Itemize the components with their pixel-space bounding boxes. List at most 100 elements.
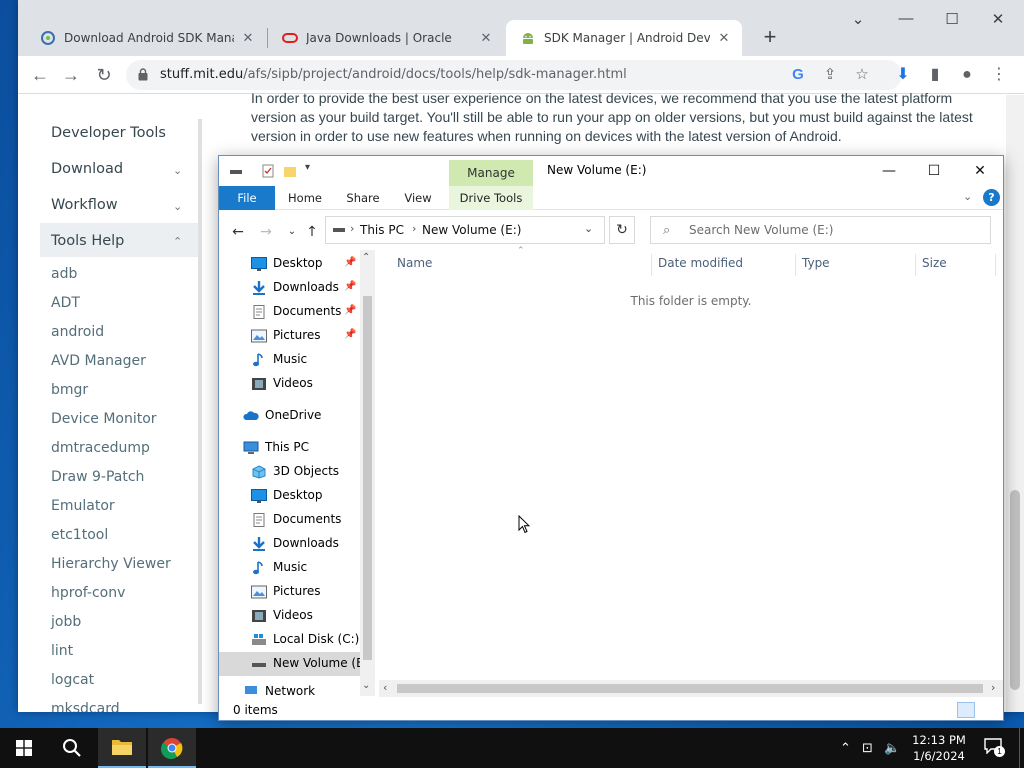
network-status-icon[interactable]: ⊡ (862, 740, 873, 756)
menu-icon[interactable]: ⋮ (988, 64, 1010, 86)
explorer-back-button[interactable]: ← (227, 222, 249, 242)
manage-context-tab[interactable]: Manage (449, 160, 533, 186)
sidenav-tools-help[interactable]: Tools Help (51, 233, 124, 249)
sidenav-item[interactable]: jobb (51, 614, 81, 630)
column-header-size[interactable]: Size (922, 256, 947, 270)
scroll-thumb[interactable] (363, 296, 372, 660)
close-icon[interactable]: ✕ (478, 31, 494, 46)
sidenav-scrollbar[interactable] (198, 119, 202, 704)
nav-item-local-disk-c[interactable]: Local Disk (C:) (219, 628, 361, 652)
reload-button[interactable]: ↻ (92, 64, 116, 86)
sidenav-item[interactable]: hprof-conv (51, 585, 125, 601)
sidenav-item[interactable]: Hierarchy Viewer (51, 556, 171, 572)
new-folder-icon[interactable] (283, 164, 297, 178)
nav-pane-scrollbar[interactable]: ⌃ ⌄ (360, 250, 375, 696)
expand-ribbon-icon[interactable]: ⌄ (963, 190, 972, 203)
tab-java-downloads[interactable]: Java Downloads | Oracle ✕ (268, 20, 504, 56)
close-icon[interactable]: ✕ (716, 31, 732, 46)
explorer-close-button[interactable]: ✕ (958, 160, 1002, 182)
download-icon[interactable]: ⬇ (892, 64, 914, 86)
sidenav-item[interactable]: logcat (51, 672, 94, 688)
side-panel-icon[interactable]: ▮ (924, 64, 946, 86)
nav-item-3d-objects[interactable]: 3D Objects (219, 460, 361, 484)
explorer-maximize-button[interactable]: ☐ (912, 160, 956, 182)
scroll-left-icon[interactable]: ‹ (383, 681, 387, 694)
column-header-date-modified[interactable]: Date modified (658, 256, 743, 270)
bookmark-star-icon[interactable]: ☆ (852, 65, 872, 85)
sidenav-workflow[interactable]: Workflow (51, 197, 118, 213)
nav-item-music[interactable]: Music (219, 348, 361, 372)
profile-icon[interactable]: ● (956, 64, 978, 86)
nav-item-videos-pc[interactable]: Videos (219, 604, 361, 628)
sidenav-item[interactable]: lint (51, 643, 73, 659)
large-icons-view-button[interactable] (979, 702, 997, 718)
sidenav-developer-tools[interactable]: Developer Tools (51, 125, 166, 141)
explorer-search-box[interactable]: ⌕ (650, 216, 991, 244)
ribbon-tab-view[interactable]: View (393, 186, 443, 210)
quick-access-dropdown-icon[interactable]: ▾ (305, 162, 319, 176)
google-lens-icon[interactable]: G (788, 65, 808, 85)
sidenav-item[interactable]: adb (51, 266, 77, 282)
back-button[interactable]: ← (28, 64, 52, 86)
nav-item-music-pc[interactable]: Music (219, 556, 361, 580)
sidenav-item[interactable]: Emulator (51, 498, 115, 514)
ribbon-tab-share[interactable]: Share (337, 186, 389, 210)
column-header-type[interactable]: Type (802, 256, 830, 270)
sidenav-download[interactable]: Download (51, 161, 123, 177)
taskbar-chrome[interactable] (148, 728, 196, 768)
tray-overflow-icon[interactable]: ⌃ (840, 740, 851, 756)
nav-item-onedrive[interactable]: OneDrive (219, 404, 361, 428)
refresh-button[interactable]: ↻ (609, 216, 635, 244)
scroll-right-icon[interactable]: › (991, 681, 995, 694)
start-button[interactable] (0, 728, 48, 768)
ribbon-tab-home[interactable]: Home (279, 186, 331, 210)
explorer-forward-button[interactable]: → (255, 222, 277, 242)
chevron-down-icon[interactable]: ⌄ (173, 200, 182, 213)
nav-item-pictures-pc[interactable]: Pictures (219, 580, 361, 604)
sidenav-item[interactable]: mksdcard (51, 701, 120, 712)
sidenav-item[interactable]: Draw 9-Patch (51, 469, 144, 485)
maximize-button[interactable]: ☐ (932, 10, 972, 28)
sidenav-item[interactable]: etc1tool (51, 527, 108, 543)
sidenav-item[interactable]: dmtracedump (51, 440, 150, 456)
nav-item-documents-pc[interactable]: Documents (219, 508, 361, 532)
ribbon-tab-file[interactable]: File (219, 186, 275, 210)
taskbar-file-explorer[interactable] (98, 728, 146, 768)
sidenav-item[interactable]: ADT (51, 295, 80, 311)
scroll-thumb[interactable] (1010, 490, 1020, 690)
tab-download-sdk-manager[interactable]: Download Android SDK Manager ✕ (26, 20, 266, 56)
properties-icon[interactable] (261, 164, 275, 178)
sidenav-item[interactable]: Device Monitor (51, 411, 157, 427)
nav-item-downloads[interactable]: Downloads 📌 (219, 276, 361, 300)
notification-center-button[interactable]: 1 (984, 738, 1005, 757)
nav-item-desktop[interactable]: Desktop 📌 (219, 252, 361, 276)
sidenav-item[interactable]: AVD Manager (51, 353, 146, 369)
nav-item-this-pc[interactable]: This PC (219, 436, 361, 460)
breadcrumb-new-volume[interactable]: New Volume (E:) (422, 223, 521, 237)
nav-item-network[interactable]: Network (219, 680, 361, 696)
sidenav-item[interactable]: bmgr (51, 382, 88, 398)
search-input[interactable] (689, 221, 979, 239)
nav-item-desktop-pc[interactable]: Desktop (219, 484, 361, 508)
scroll-down-icon[interactable]: ⌄ (362, 680, 370, 691)
nav-item-videos[interactable]: Videos (219, 372, 361, 396)
chevron-down-icon[interactable]: ⌄ (173, 164, 182, 177)
breadcrumb-this-pc[interactable]: This PC (360, 223, 404, 237)
help-icon[interactable]: ? (983, 189, 1000, 206)
horizontal-scrollbar[interactable]: ‹ › (379, 680, 1003, 697)
column-header-name[interactable]: Name (397, 256, 432, 270)
page-scrollbar[interactable] (1006, 95, 1024, 712)
close-icon[interactable]: ✕ (240, 31, 256, 46)
explorer-address-bar[interactable]: › This PC › New Volume (E:) ⌄ (325, 216, 605, 244)
address-bar[interactable]: stuff.mit.edu/afs/sipb/project/android/d… (126, 60, 902, 90)
scroll-up-icon[interactable]: ⌃ (362, 252, 370, 263)
sidenav-item[interactable]: android (51, 324, 104, 340)
minimize-button[interactable]: — (886, 10, 926, 27)
details-view-button[interactable] (957, 702, 975, 718)
nav-item-documents[interactable]: Documents 📌 (219, 300, 361, 324)
nav-item-new-volume-e[interactable]: New Volume (E:) (219, 652, 372, 676)
tab-sdk-manager[interactable]: SDK Manager | Android Developers ✕ (506, 20, 742, 56)
show-desktop-button[interactable] (1019, 728, 1024, 768)
up-button[interactable]: ↑ (301, 222, 323, 242)
nav-item-pictures[interactable]: Pictures 📌 (219, 324, 361, 348)
